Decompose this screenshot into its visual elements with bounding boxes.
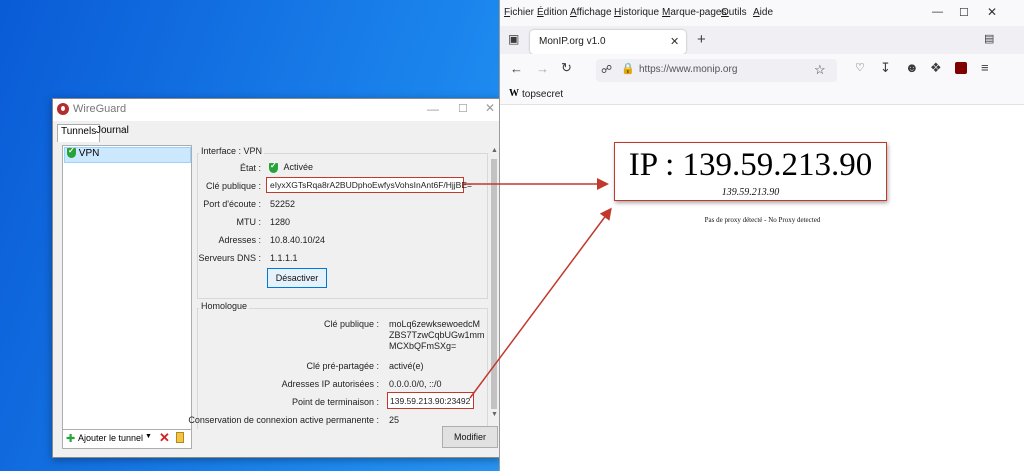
psk-label: Clé pré-partagée :	[306, 361, 379, 371]
menu-bookmarks[interactable]: Marque-pages	[662, 7, 727, 18]
tab-title: MonIP.org v1.0	[539, 36, 606, 47]
close-icon[interactable]: ✕	[485, 101, 495, 115]
peer-group-title: Homologue	[199, 301, 250, 311]
scroll-thumb[interactable]	[491, 159, 497, 409]
bookmarks-toolbar: W topsecret	[500, 86, 1024, 105]
extensions-icon[interactable]: ❖	[930, 60, 942, 76]
account-icon[interactable]: ☻	[905, 60, 919, 75]
new-tab-icon[interactable]: +	[697, 31, 706, 48]
window-title: WireGuard	[73, 103, 127, 115]
add-tunnel-icon[interactable]: ✚	[66, 432, 75, 445]
keepalive-value[interactable]: 25	[389, 415, 399, 425]
deactivate-button[interactable]: Désactiver	[267, 268, 327, 288]
browser-tab[interactable]: MonIP.org v1.0 ✕	[530, 30, 686, 54]
list-all-tabs-icon[interactable]: ▤	[984, 32, 994, 45]
ip-heading: IP : 139.59.213.90	[628, 147, 873, 183]
url-text[interactable]: https://www.monip.org	[639, 64, 737, 75]
menu-help[interactable]: Aide	[753, 7, 773, 18]
close-icon[interactable]: ✕	[987, 5, 997, 19]
wikipedia-icon: W	[509, 88, 519, 99]
tunnel-item-vpn[interactable]: VPN	[64, 146, 191, 163]
dns-label: Serveurs DNS :	[198, 253, 261, 263]
site-info-icon[interactable]: ☍	[601, 63, 612, 76]
keepalive-label: Conservation de connexion active permane…	[188, 415, 379, 425]
menu-bar: Fichier Édition Affichage Historique Mar…	[500, 0, 1024, 26]
tunnel-name: VPN	[78, 148, 100, 159]
ublock-icon[interactable]	[955, 62, 967, 74]
navigation-toolbar: ← → ↻ ☍ 🔒 https://www.monip.org ☆ ♡ ↧ ☻ …	[500, 54, 1024, 86]
add-tunnel-button[interactable]: Ajouter le tunnel	[78, 433, 143, 443]
forward-icon[interactable]: →	[536, 61, 549, 76]
interface-group-title: Interface : VPN	[199, 146, 265, 156]
menu-tools[interactable]: Outils	[721, 7, 747, 18]
menu-edit[interactable]: Édition	[537, 7, 568, 18]
shield-check-icon	[269, 161, 278, 173]
mtu-value[interactable]: 1280	[270, 217, 290, 227]
ip-subtext: 139.59.213.90	[721, 187, 780, 198]
menu-file[interactable]: Fichier	[504, 7, 534, 18]
peer-pubkey-label: Clé publique :	[323, 319, 379, 329]
peer-pubkey-value[interactable]: moLq6zewksewoedcM ZBS7TzwCqbUGw1mm MCXbQ…	[389, 319, 485, 352]
tab-journal[interactable]: Journal	[93, 124, 132, 141]
back-icon[interactable]: ←	[510, 61, 523, 76]
downloads-icon[interactable]: ↧	[880, 60, 891, 76]
pocket-icon[interactable]: ♡	[855, 61, 865, 74]
menu-hamburger-icon[interactable]: ≡	[981, 60, 989, 75]
menu-view[interactable]: Affichage	[570, 7, 612, 18]
menu-history[interactable]: Historique	[614, 7, 659, 18]
ip-box: IP : 139.59.213.90 139.59.213.90	[614, 142, 887, 201]
proxy-status: Pas de proxy détecté - No Proxy detected	[704, 216, 821, 224]
close-tab-icon[interactable]: ✕	[670, 35, 679, 48]
endpoint-label: Point de terminaison :	[291, 397, 379, 407]
export-zip-icon[interactable]	[176, 432, 184, 443]
endpoint-value[interactable]: 139.59.213.90:23492	[390, 396, 470, 406]
tunnel-list[interactable]: VPN	[62, 145, 192, 430]
psk-value[interactable]: activé(e)	[389, 361, 424, 371]
allowed-ips-label: Adresses IP autorisées :	[281, 379, 379, 389]
wireguard-titlebar[interactable]: WireGuard — ☐ ✕	[53, 99, 500, 121]
wireguard-window: WireGuard — ☐ ✕ Tunnels Journal VPN Inte…	[52, 98, 501, 458]
chevron-down-icon[interactable]: ▼	[145, 433, 152, 440]
bookmark-topsecret[interactable]: topsecret	[522, 89, 563, 100]
pubkey-value[interactable]: eIyxXGTsRqa8rA2BUDphoEwfysVohsInAnt6F/Hj…	[270, 180, 472, 190]
firefox-window: Fichier Édition Affichage Historique Mar…	[499, 0, 1024, 471]
firefox-view-icon[interactable]: ▣	[508, 32, 519, 46]
dns-value[interactable]: 1.1.1.1	[270, 253, 298, 263]
tunnel-toolbar: ✚ Ajouter le tunnel ▼ ✕	[62, 429, 192, 449]
addresses-label: Adresses :	[218, 235, 261, 245]
status-label: État :	[239, 163, 261, 173]
maximize-icon[interactable]: ☐	[458, 102, 468, 115]
status-value: Activée	[269, 161, 313, 173]
edit-button[interactable]: Modifier	[442, 426, 498, 448]
url-bar[interactable]: ☍ 🔒 https://www.monip.org ☆	[596, 59, 837, 82]
maximize-icon[interactable]: ☐	[959, 6, 969, 19]
tab-strip: ▣ MonIP.org v1.0 ✕ + ▤	[500, 26, 1024, 54]
reload-icon[interactable]: ↻	[561, 60, 572, 76]
wireguard-logo-icon	[57, 103, 69, 115]
shield-check-icon	[67, 146, 76, 159]
delete-tunnel-icon[interactable]: ✕	[159, 430, 170, 446]
bookmark-star-icon[interactable]: ☆	[814, 62, 826, 78]
pubkey-label: Clé publique :	[205, 181, 261, 191]
lock-icon[interactable]: 🔒	[621, 62, 635, 75]
minimize-icon[interactable]: —	[932, 6, 943, 18]
mtu-label: MTU :	[236, 217, 262, 227]
scroll-down-icon[interactable]: ▼	[491, 411, 498, 418]
addresses-value[interactable]: 10.8.40.10/24	[270, 235, 325, 245]
scroll-up-icon[interactable]: ▲	[491, 147, 498, 154]
allowed-ips-value[interactable]: 0.0.0.0/0, ::/0	[389, 379, 442, 389]
minimize-icon[interactable]: —	[427, 102, 439, 116]
scrollbar[interactable]: ▲ ▼	[490, 145, 498, 421]
port-label: Port d'écoute :	[203, 199, 261, 209]
port-value[interactable]: 52252	[270, 199, 295, 209]
